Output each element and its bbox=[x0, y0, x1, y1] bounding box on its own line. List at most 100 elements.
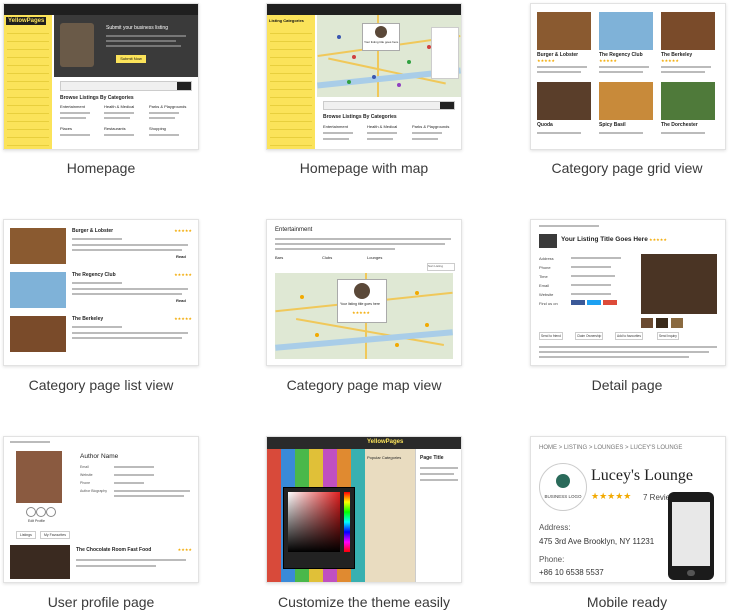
homepage-map-thumbnail[interactable]: Listing Categories Your listing title go… bbox=[266, 3, 462, 150]
sidebar-panel: Page Title bbox=[415, 449, 461, 582]
search-bar[interactable] bbox=[60, 81, 192, 91]
listing-title[interactable]: The Chocolate Room Fast Food bbox=[76, 547, 151, 553]
grid-title-4[interactable]: Quoda bbox=[537, 122, 553, 128]
search-bar[interactable] bbox=[323, 101, 455, 110]
hero-title: Submit your business listing bbox=[106, 25, 168, 31]
detail-title: Your Listing Title Goes Here bbox=[561, 236, 648, 243]
add-to-favourites-button[interactable]: Add to favourites bbox=[615, 332, 643, 340]
phone-label: Phone bbox=[80, 481, 91, 485]
cat-col-3[interactable]: Parks & Playgrounds bbox=[412, 124, 449, 129]
grid-photo-6 bbox=[661, 82, 715, 120]
send-to-friend-button[interactable]: Send to friend bbox=[539, 332, 563, 340]
thumb-2[interactable] bbox=[656, 318, 668, 328]
phone-label: Phone bbox=[539, 265, 551, 270]
list-title-2[interactable]: The Regency Club bbox=[72, 272, 116, 278]
logo: YellowPages bbox=[6, 17, 47, 25]
cat-col-5[interactable]: Restaurants bbox=[104, 126, 126, 131]
map-area[interactable]: Your listing title goes here bbox=[317, 15, 461, 97]
cat-col-6[interactable]: Shopping bbox=[149, 126, 166, 131]
user-profile-thumbnail[interactable]: Edit Profile Author Name Email Website P… bbox=[3, 436, 199, 583]
cat-col-3[interactable]: Parks & Playgrounds bbox=[149, 104, 186, 109]
list-title-1[interactable]: Burger & Lobster bbox=[72, 228, 113, 234]
email-label: Email bbox=[80, 465, 89, 469]
time-label: Time bbox=[539, 274, 548, 279]
rating-stars: ★★★★★ bbox=[649, 237, 667, 242]
top-bar bbox=[267, 4, 461, 15]
page-title: Page Title bbox=[420, 455, 444, 461]
read-more-link[interactable]: Read bbox=[176, 254, 186, 259]
cat-col-2[interactable]: Health & Medical bbox=[104, 104, 134, 109]
caption-mobile: Mobile ready bbox=[586, 594, 668, 610]
map-area[interactable]: Your listing title goes here ★★★★★ bbox=[275, 273, 453, 359]
rating-stars: ★★★★★ bbox=[174, 228, 192, 233]
thumb-3[interactable] bbox=[671, 318, 683, 328]
address-label: Address: bbox=[539, 523, 571, 532]
listing-photo bbox=[10, 545, 70, 579]
cat-col-4[interactable]: Places bbox=[60, 126, 72, 131]
rating-stars: ★★★★★ bbox=[661, 58, 679, 63]
grid-title-5[interactable]: Spicy Basil bbox=[599, 122, 626, 128]
google-plus-icon[interactable] bbox=[603, 300, 617, 305]
grid-photo-1 bbox=[537, 12, 591, 50]
twitter-icon[interactable] bbox=[587, 300, 601, 305]
tab-favourites[interactable]: My Favourites bbox=[40, 531, 70, 539]
rating-stars: ★★★★★ bbox=[599, 58, 617, 63]
edit-profile-link[interactable]: Edit Profile bbox=[28, 519, 45, 523]
map-popup: Your listing title goes here bbox=[362, 23, 400, 51]
cat-col-1[interactable]: Entertainment bbox=[60, 104, 85, 109]
detail-page-thumbnail[interactable]: Your Listing Title Goes Here ★★★★★ Addre… bbox=[530, 219, 726, 366]
browse-title: Browse Listings By Categories bbox=[60, 95, 134, 101]
homepage-thumbnail[interactable]: Listing Categories YellowPages Submit yo… bbox=[3, 3, 199, 150]
facebook-icon[interactable] bbox=[571, 300, 585, 305]
map-legend bbox=[431, 27, 459, 79]
list-title-3[interactable]: The Berkeley bbox=[72, 316, 103, 322]
breadcrumb[interactable]: HOME > LISTING > LOUNGES > LUCEY'S LOUNG… bbox=[539, 445, 682, 451]
sidebar: Listing Categories bbox=[4, 15, 52, 149]
author-name: Author Name bbox=[80, 453, 119, 460]
website-label: Website bbox=[539, 292, 554, 297]
address-label: Address bbox=[539, 256, 554, 261]
phone-value: +86 10 6538 5537 bbox=[539, 568, 604, 577]
google-plus-icon[interactable] bbox=[46, 507, 56, 517]
map-popup: Your listing title goes here ★★★★★ bbox=[337, 279, 387, 323]
facebook-icon[interactable] bbox=[26, 507, 36, 517]
rating-stars: ★★★★★ bbox=[174, 272, 192, 277]
rating-stars: ★★★★★ bbox=[591, 491, 632, 501]
category-title: Entertainment bbox=[275, 227, 313, 233]
phone-label: Phone: bbox=[539, 555, 565, 564]
mobile-phone-icon bbox=[668, 492, 714, 580]
grid-title-6[interactable]: The Dorchester bbox=[661, 122, 698, 128]
caption-homepage: Homepage bbox=[66, 160, 136, 176]
send-inquiry-button[interactable]: Send Inquiry bbox=[657, 332, 679, 340]
grid-photo-3 bbox=[661, 12, 715, 50]
logo: YellowPages bbox=[367, 439, 404, 445]
rating-stars: ★★★★★ bbox=[174, 316, 192, 321]
cat-col-2[interactable]: Health & Medical bbox=[367, 124, 397, 129]
thumb-1[interactable] bbox=[641, 318, 653, 328]
grid-photo-4 bbox=[537, 82, 591, 120]
tab-clubs[interactable]: Clubs bbox=[322, 255, 332, 260]
tab-bars[interactable]: Bars bbox=[275, 255, 283, 260]
color-picker[interactable] bbox=[283, 487, 355, 569]
email-label: Email bbox=[539, 283, 550, 288]
claim-ownership-button[interactable]: Claim Ownership bbox=[575, 332, 604, 340]
list-photo-2 bbox=[10, 272, 66, 308]
cat-col-1[interactable]: Entertainment bbox=[323, 124, 348, 129]
read-more-link[interactable]: Read bbox=[176, 298, 186, 303]
category-map-thumbnail[interactable]: Entertainment Bars Clubs Lounges Sort Li… bbox=[266, 219, 462, 366]
listing-title: Lucey's Lounge bbox=[591, 467, 693, 484]
sidebar-title: Listing Categories bbox=[269, 18, 304, 23]
caption-category-grid: Category page grid view bbox=[551, 160, 703, 176]
twitter-icon[interactable] bbox=[36, 507, 46, 517]
browse-title: Browse Listings By Categories bbox=[323, 114, 397, 120]
caption-homepage-map: Homepage with map bbox=[299, 160, 429, 176]
tab-lounges[interactable]: Lounges bbox=[367, 255, 382, 260]
category-list-thumbnail[interactable]: Burger & Lobster ★★★★★ Read The Regency … bbox=[3, 219, 199, 366]
sort-select[interactable]: Sort Listing bbox=[427, 263, 455, 271]
category-grid-thumbnail[interactable]: Burger & Lobster The Regency Club The Be… bbox=[530, 3, 726, 150]
list-photo-1 bbox=[10, 228, 66, 264]
sidebar: Listing Categories bbox=[267, 15, 315, 149]
customize-theme-thumbnail[interactable]: YellowPages Popular Categories Page Titl… bbox=[266, 436, 462, 583]
hero-button[interactable]: Submit Now bbox=[116, 55, 146, 63]
tab-listings[interactable]: Listings bbox=[16, 531, 36, 539]
